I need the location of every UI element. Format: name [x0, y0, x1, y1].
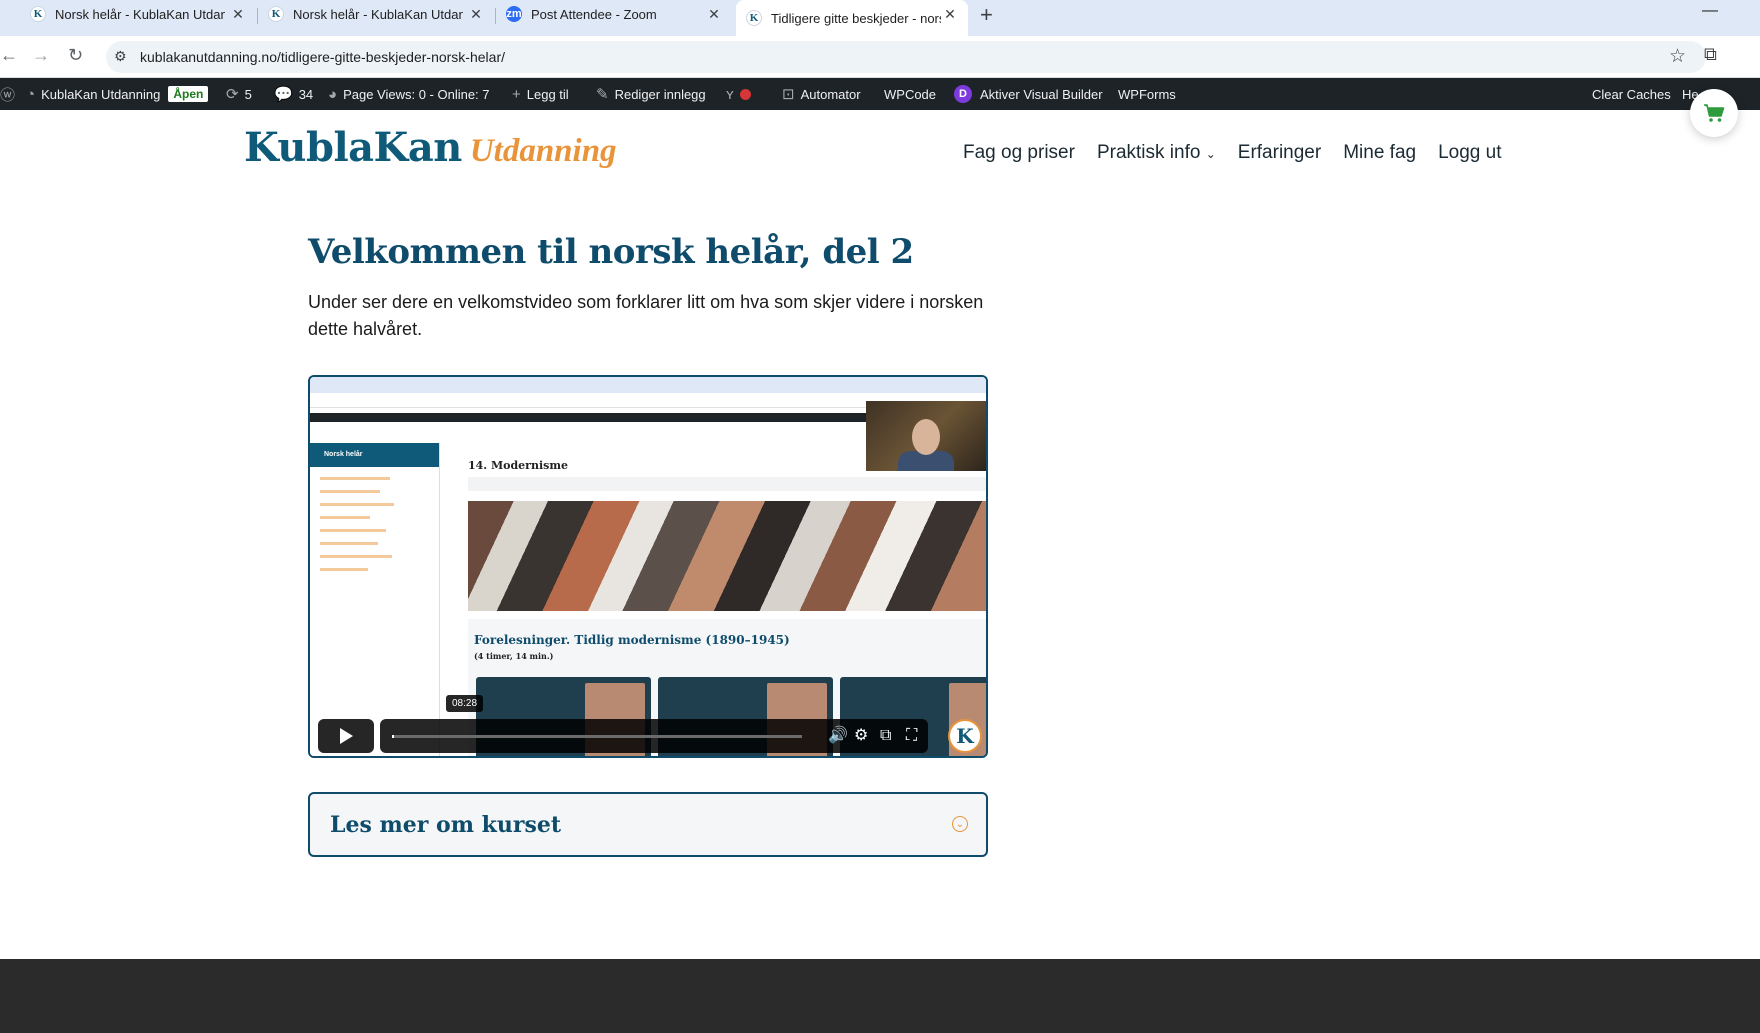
welcome-video-player[interactable]: Norsk helår 14. Modernisme Forelesninger… — [308, 375, 988, 758]
reload-icon[interactable]: ↻ — [68, 45, 83, 66]
zoom-icon: zm — [506, 6, 522, 22]
comments-icon: 💬 — [274, 86, 293, 103]
nav-item-logg-ut[interactable]: Logg ut — [1438, 142, 1501, 164]
main-navigation: Fag og priser Praktisk info ⌄ Erfaringer… — [963, 142, 1501, 164]
admin-comments[interactable]: 💬 34 — [274, 78, 313, 110]
logo-main-text: KublaKan — [244, 124, 462, 171]
video-progress-bar[interactable] — [392, 735, 802, 738]
browser-tab-strip: K Norsk helår - KublaKan Utdanning ✕ K N… — [0, 0, 1760, 36]
settings-gear-icon[interactable]: ⚙ — [854, 727, 868, 745]
admin-clear-caches[interactable]: Clear Caches — [1592, 78, 1671, 110]
minimize-icon[interactable]: — — [1702, 2, 1718, 20]
browser-tab[interactable]: zm Post Attendee - Zoom ✕ — [506, 0, 722, 28]
video-controls: 08:28 🔊 ⚙ ⧉ ⛶ K — [318, 695, 982, 753]
cart-button[interactable] — [1690, 89, 1738, 137]
admin-wpcode[interactable]: WPCode — [884, 78, 936, 110]
address-bar: ← → ↻ ⚙ kublakanutdanning.no/tidligere-g… — [0, 36, 1760, 78]
yoast-icon: ʏ — [726, 85, 734, 103]
close-tab-icon[interactable]: ✕ — [706, 6, 722, 22]
page-title: Velkommen til norsk helår, del 2 — [308, 232, 914, 272]
chevron-down-icon: ⌄ — [952, 816, 968, 832]
video-frame-section-subtitle: (4 timer, 14 min.) — [474, 651, 554, 661]
chevron-down-icon: ⌄ — [1205, 147, 1216, 161]
accordion-les-mer-om-kurset[interactable]: Les mer om kurset ⌄ — [308, 792, 988, 857]
plus-icon: + — [512, 85, 521, 103]
tab-title: Tidligere gitte beskjeder - norsk — [771, 10, 941, 26]
dashboard-icon: ◔ — [26, 85, 36, 103]
video-frame-painting — [468, 501, 986, 611]
back-icon[interactable]: ← — [0, 45, 18, 66]
nav-item-fag-og-priser[interactable]: Fag og priser — [963, 142, 1075, 164]
tab-separator — [257, 8, 258, 24]
wordpress-logo-icon[interactable]: ⓦ — [0, 78, 21, 110]
seo-status-dot — [739, 88, 751, 100]
volume-icon[interactable]: 🔊 — [828, 727, 848, 745]
video-frame-section-title: Forelesninger. Tidlig modernisme (1890–1… — [474, 633, 790, 647]
site-footer — [0, 959, 1760, 1033]
admin-page-views[interactable]: ◕ Page Views: 0 - Online: 7 — [328, 78, 490, 110]
tab-title: Norsk helår - KublaKan Utdanning — [293, 6, 463, 22]
nav-item-mine-fag[interactable]: Mine fag — [1343, 142, 1416, 164]
admin-automator[interactable]: ⊡ Automator — [782, 78, 861, 110]
play-button[interactable] — [318, 719, 374, 753]
video-webcam-overlay — [866, 401, 986, 471]
yoast-seo[interactable]: ʏ — [726, 78, 751, 110]
fullscreen-icon[interactable]: ⛶ — [906, 727, 917, 745]
automator-icon: ⊡ — [782, 86, 795, 103]
logo-sub-text: Utdanning — [469, 133, 617, 169]
close-tab-icon[interactable]: ✕ — [942, 6, 958, 22]
admin-updates[interactable]: ⟳ 5 — [226, 78, 252, 110]
k-logo-icon: K — [30, 6, 46, 22]
nav-item-praktisk-info[interactable]: Praktisk info ⌄ — [1097, 142, 1216, 164]
site-logo[interactable]: KublaKan Utdanning — [244, 124, 617, 171]
bookmark-star-icon[interactable]: ☆ — [1669, 45, 1686, 68]
browser-tab[interactable]: K Norsk helår - KublaKan Utdanning ✕ — [268, 0, 484, 28]
video-frame-sidebar: Norsk helår — [310, 443, 440, 756]
url-text[interactable]: kublakanutdanning.no/tidligere-gitte-bes… — [140, 49, 505, 65]
browser-tab-active[interactable]: K Tidligere gitte beskjeder - norsk ✕ — [736, 0, 968, 36]
page-views-icon: ◕ — [328, 85, 338, 103]
k-logo-icon: K — [268, 6, 284, 22]
nav-item-erfaringer[interactable]: Erfaringer — [1238, 142, 1321, 164]
video-frame-sidebar-title: Norsk helår — [310, 443, 439, 467]
admin-add-new[interactable]: + Legg til — [512, 78, 569, 110]
close-tab-icon[interactable]: ✕ — [230, 6, 246, 22]
k-logo-icon: K — [746, 10, 762, 26]
video-control-bar: 08:28 🔊 ⚙ ⧉ ⛶ — [380, 695, 928, 753]
wp-admin-bar: ⓦ ◔ KublaKan Utdanning Åpen ⟳ 5 💬 34 ◕ P… — [0, 78, 1760, 110]
video-frame-breadcrumb — [468, 477, 986, 491]
video-time-tooltip: 08:28 — [446, 695, 484, 712]
new-tab-icon[interactable]: + — [980, 2, 993, 28]
play-icon — [340, 728, 353, 744]
intro-text: Under ser dere en velkomstvideo som fork… — [308, 292, 984, 339]
status-badge: Åpen — [168, 86, 209, 102]
pencil-icon: ✎ — [596, 86, 609, 103]
k-logo-icon[interactable]: K — [948, 719, 982, 753]
video-frame-browser-tabs — [310, 377, 986, 393]
video-frame-page-title: 14. Modernisme — [468, 459, 568, 472]
shopping-cart-icon — [1704, 104, 1725, 122]
admin-site-name[interactable]: ◔ KublaKan Utdanning Åpen — [26, 78, 209, 110]
admin-wpforms[interactable]: WPForms — [1118, 78, 1176, 110]
video-progress-fill — [392, 735, 395, 738]
divi-icon: D — [954, 85, 972, 103]
forward-icon[interactable]: → — [32, 45, 50, 66]
accordion-title: Les mer om kurset — [330, 812, 562, 838]
picture-in-picture-icon[interactable]: ⧉ — [880, 727, 891, 745]
browser-tab[interactable]: K Norsk helår - KublaKan Utdanning ✕ — [30, 0, 246, 28]
tab-separator — [495, 8, 496, 24]
site-info-icon[interactable]: ⚙ — [114, 48, 127, 65]
updates-icon: ⟳ — [226, 86, 239, 103]
url-field[interactable]: ⚙ kublakanutdanning.no/tidligere-gitte-b… — [106, 41, 1706, 73]
close-tab-icon[interactable]: ✕ — [468, 6, 484, 22]
admin-visual-builder[interactable]: D Aktiver Visual Builder — [954, 78, 1103, 110]
tab-title: Post Attendee - Zoom — [531, 6, 657, 22]
extensions-icon[interactable]: ⧉ — [1704, 44, 1717, 65]
tab-title: Norsk helår - KublaKan Utdanning — [55, 6, 225, 22]
admin-edit-post[interactable]: ✎ Rediger innlegg — [596, 78, 706, 110]
